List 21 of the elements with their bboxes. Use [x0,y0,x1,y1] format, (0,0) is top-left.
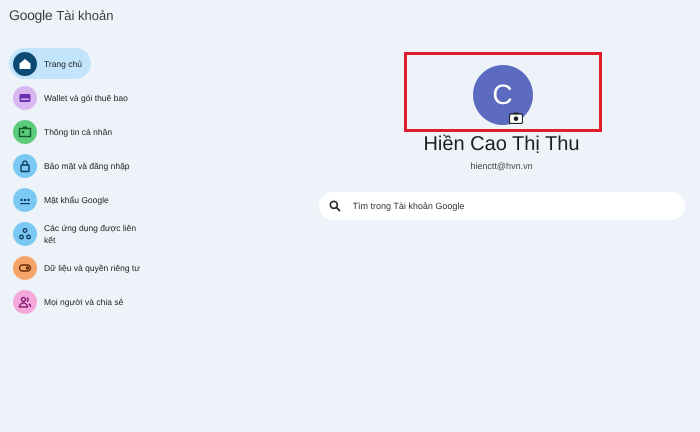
sidebar-item[interactable]: Trang chủ [9,48,91,79]
page-title: Tài khoản [56,8,114,23]
search-field[interactable]: Tìm trong Tài khoản Google [318,192,684,220]
sidebar-item[interactable]: Dữ liệu và quyền riêng tư [9,252,159,283]
sidebar-item[interactable]: Thông tin cá nhân [9,116,159,147]
sidebar-item[interactable]: Bảo mật và đăng nhập [9,150,159,181]
camera-icon[interactable] [508,112,522,124]
search-icon [328,200,340,212]
id-card-icon [18,124,32,138]
profile-name: Hiền Cao Thị Thu [423,133,580,156]
profile-email: hienctt@hvn.vn [470,161,533,171]
nodes-icon [18,226,32,240]
people-icon [18,294,32,308]
sidebar-item[interactable]: Các ứng dụng được liên kết [9,218,159,249]
lock-icon [18,158,32,172]
home-icon [18,56,32,70]
sidebar-item[interactable]: Mật khẩu Google [9,184,159,215]
sidebar-item[interactable]: Mọi người và chia sẻ [9,286,159,317]
avatar[interactable]: C [472,65,532,125]
google-logo[interactable]: Google [9,7,52,23]
sidebar-item[interactable]: Wallet và gói thuê bao [9,82,159,113]
